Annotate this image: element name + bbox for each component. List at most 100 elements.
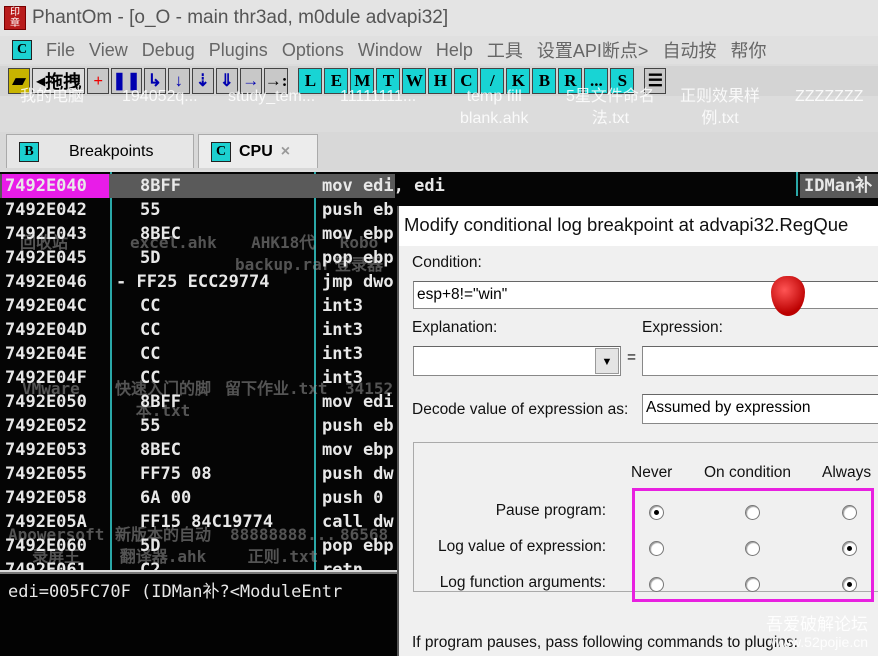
instruction-cell: call dw	[322, 512, 394, 532]
hex-cell: 6A 00	[140, 488, 192, 508]
radio-always[interactable]	[842, 577, 857, 592]
desktop-label: 5星文件命名 法.txt	[566, 88, 655, 127]
hex-cell: 5D	[140, 248, 161, 268]
tab-cpu[interactable]: C CPU ×	[198, 134, 318, 168]
menu-set-api-breakpoint[interactable]: 设置API断点>	[537, 37, 649, 63]
hex-cell: 8BEC	[140, 224, 181, 244]
radio-on-condition[interactable]	[745, 577, 760, 592]
instruction-cell: int3	[322, 344, 363, 364]
column-never: Never	[631, 464, 673, 481]
decode-select[interactable]: Assumed by expression	[642, 394, 878, 424]
close-icon[interactable]: ×	[281, 143, 290, 161]
hex-cell: 5D	[140, 536, 161, 556]
hex-cell: C2	[140, 560, 161, 570]
instruction-cell: int3	[322, 368, 363, 388]
radio-always[interactable]	[842, 505, 857, 520]
hex-cell: 8BEC	[140, 440, 181, 460]
strawberry-icon	[771, 276, 805, 316]
dialog-title: Modify conditional log breakpoint at adv…	[399, 206, 878, 246]
instruction-cell: jmp dwo	[322, 272, 394, 292]
address-cell: 7492E046	[5, 272, 87, 292]
desktop-label: ZZZZZZZ	[795, 88, 864, 105]
desktop-label: temp fill blank.ahk	[460, 88, 529, 127]
hex-cell: CC	[140, 344, 161, 364]
condition-input[interactable]: esp+8!="win"	[413, 281, 878, 309]
instruction-cell: pop ebp	[322, 536, 394, 556]
column-on-condition: On condition	[704, 464, 792, 481]
cpu-window-icon[interactable]: C	[12, 40, 32, 60]
address-cell: 7492E050	[5, 392, 87, 412]
plugins-label: If program pauses, pass following comman…	[412, 634, 798, 651]
menu-help-you[interactable]: 帮你	[730, 37, 766, 63]
menu-help[interactable]: Help	[436, 40, 473, 61]
radio-always[interactable]	[842, 541, 857, 556]
expression-input[interactable]	[642, 346, 878, 376]
instruction-cell: push 0	[322, 488, 384, 508]
radio-on-condition[interactable]	[745, 541, 760, 556]
address-cell: 7492E05A	[5, 512, 87, 532]
menu-plugins[interactable]: Plugins	[209, 40, 268, 61]
instruction-cell: mov ebp	[322, 440, 394, 460]
instruction-cell: int3	[322, 320, 363, 340]
hex-cell: 8BFF	[140, 392, 181, 412]
desktop-label: 正则效果样 例.txt	[680, 88, 761, 127]
watermark-title: 吾爱破解论坛	[766, 615, 868, 634]
address-cell: 7492E045	[5, 248, 87, 268]
radio-never[interactable]	[649, 541, 664, 556]
address-cell: 7492E058	[5, 488, 87, 508]
radio-never[interactable]	[649, 505, 664, 520]
tab-bar: B Breakpoints C CPU ×	[0, 132, 878, 170]
tab-label: Breakpoints	[69, 142, 154, 160]
hex-cell: CC	[140, 368, 161, 388]
address-cell: 7492E040	[2, 174, 109, 198]
address-cell: 7492E060	[5, 536, 87, 556]
tab-label: CPU	[239, 142, 273, 160]
expression-label: Expression:	[642, 319, 723, 336]
desktop-label: 我的电脑	[20, 88, 85, 105]
menu-tools[interactable]: 工具	[487, 37, 523, 63]
address-cell: 7492E043	[5, 224, 87, 244]
hex-cell: CC	[140, 296, 161, 316]
info-line: edi=005FC70F (IDMan补?<ModuleEntr	[8, 582, 343, 602]
instruction-cell: pop ebp	[322, 248, 394, 268]
address-cell: 7492E04C	[5, 296, 87, 316]
radio-on-condition[interactable]	[745, 505, 760, 520]
hex-cell: - FF25 ECC29774	[116, 272, 270, 292]
decode-label: Decode value of expression as:	[412, 401, 629, 418]
desktop-label: 194052q...	[122, 88, 198, 105]
breakpoints-button[interactable]: B	[532, 68, 557, 94]
handles-button[interactable]: H	[428, 68, 453, 94]
hex-cell: 8BFF	[140, 176, 181, 196]
radio-never[interactable]	[649, 577, 664, 592]
cpu-tab-icon: C	[211, 141, 231, 162]
watermark-url: www.52pojie.cn	[770, 634, 868, 650]
menu-bar: C File View Debug Plugins Options Window…	[0, 36, 878, 64]
tab-breakpoints[interactable]: B Breakpoints	[6, 134, 194, 168]
menu-options[interactable]: Options	[282, 40, 344, 61]
hex-cell: 55	[140, 416, 161, 436]
disasm-row[interactable]: 7492E040 8BFF mov edi, edi	[0, 174, 445, 198]
address-cell: 7492E053	[5, 440, 87, 460]
menu-window[interactable]: Window	[358, 40, 422, 61]
explanation-combobox[interactable]: ▼	[413, 346, 621, 376]
instruction-cell: mov edi	[322, 392, 394, 412]
menu-file[interactable]: File	[46, 40, 75, 61]
info-pane[interactable]: edi=005FC70F (IDMan补?<ModuleEntr	[0, 572, 400, 656]
instruction-cell: mov ebp	[322, 224, 394, 244]
address-cell: 7492E04D	[5, 320, 87, 340]
desktop-label: study_tem...	[228, 88, 316, 105]
instruction-cell: push eb	[322, 416, 394, 436]
menu-debug[interactable]: Debug	[142, 40, 195, 61]
crosshair-icon[interactable]: +	[87, 68, 110, 94]
hex-cell: FF75 08	[140, 464, 212, 484]
comment-cell: IDMan补	[800, 174, 878, 198]
instruction-cell: retn	[322, 560, 363, 570]
address-cell: 7492E052	[5, 416, 87, 436]
title-bar: 印章 PhantOm - [o_O - main thr3ad, m0dule …	[0, 0, 878, 36]
chevron-down-icon[interactable]: ▼	[595, 348, 619, 374]
hex-cell: FF15 84C19774	[140, 512, 274, 532]
conditional-log-breakpoint-dialog: Modify conditional log breakpoint at adv…	[397, 206, 878, 656]
address-cell: 7492E042	[5, 200, 87, 220]
menu-auto[interactable]: 自动按	[662, 37, 716, 63]
menu-view[interactable]: View	[89, 40, 128, 61]
